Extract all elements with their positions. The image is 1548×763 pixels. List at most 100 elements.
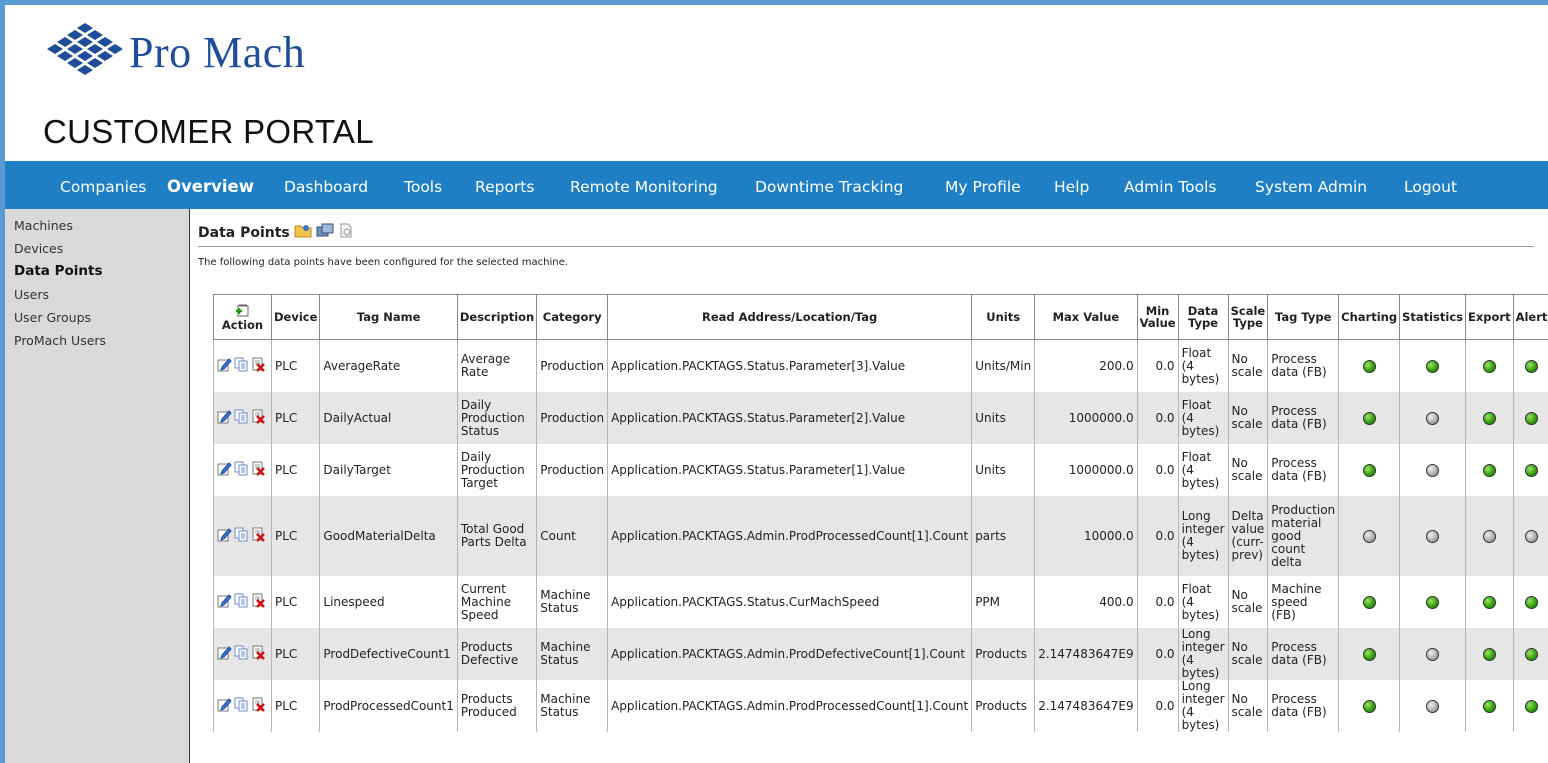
edit-icon[interactable] — [217, 645, 232, 663]
row-actions — [213, 680, 272, 732]
export-status-icon[interactable] — [1482, 699, 1496, 713]
statistics-status-icon[interactable] — [1426, 529, 1440, 543]
cell-scale-type: No scale — [1227, 628, 1269, 680]
sidebar-item-data-points[interactable]: Data Points — [5, 261, 189, 284]
export-status-icon[interactable] — [1482, 463, 1496, 477]
nav-tools[interactable]: Tools — [404, 161, 442, 209]
copy-icon[interactable] — [234, 409, 249, 427]
edit-icon[interactable] — [217, 527, 232, 545]
col-action[interactable]: Action — [213, 294, 272, 340]
export-icon[interactable] — [316, 223, 334, 242]
export-status-icon[interactable] — [1482, 595, 1496, 609]
alert-status-icon[interactable] — [1524, 647, 1538, 661]
edit-icon[interactable] — [217, 461, 232, 479]
statistics-status-icon[interactable] — [1426, 411, 1440, 425]
col-min-value[interactable]: Min Value — [1136, 294, 1179, 340]
col-data-type[interactable]: Data Type — [1177, 294, 1229, 340]
nav-dashboard[interactable]: Dashboard — [284, 161, 368, 209]
nav-remote-monitoring[interactable]: Remote Monitoring — [570, 161, 718, 209]
cell-export — [1465, 339, 1514, 392]
nav-system-admin[interactable]: System Admin — [1255, 161, 1367, 209]
sidebar-item-devices[interactable]: Devices — [5, 238, 189, 261]
row-actions — [213, 576, 272, 628]
charting-status-icon[interactable] — [1362, 359, 1376, 373]
cell-export — [1465, 392, 1514, 444]
delete-icon[interactable] — [251, 461, 266, 479]
alert-status-icon[interactable] — [1524, 699, 1538, 713]
nav-downtime-tracking[interactable]: Downtime Tracking — [755, 161, 903, 209]
export-status-icon[interactable] — [1482, 529, 1496, 543]
export-status-icon[interactable] — [1482, 647, 1496, 661]
charting-status-icon[interactable] — [1362, 463, 1376, 477]
export-status-icon[interactable] — [1482, 359, 1496, 373]
nav-help[interactable]: Help — [1054, 161, 1089, 209]
statistics-status-icon[interactable] — [1426, 463, 1440, 477]
delete-icon[interactable] — [251, 357, 266, 375]
cell-category: Machine Status — [536, 576, 609, 628]
logo[interactable]: Pro Mach — [45, 17, 305, 87]
col-min-value-line2: Value — [1139, 316, 1176, 330]
edit-icon[interactable] — [217, 593, 232, 611]
statistics-status-icon[interactable] — [1426, 647, 1440, 661]
nav-companies[interactable]: Companies — [60, 161, 146, 209]
delete-icon[interactable] — [251, 527, 266, 545]
edit-icon[interactable] — [217, 697, 232, 715]
charting-status-icon[interactable] — [1362, 595, 1376, 609]
alert-status-icon[interactable] — [1524, 595, 1538, 609]
col-description[interactable]: Description — [456, 294, 538, 340]
charting-status-icon[interactable] — [1362, 529, 1376, 543]
cell-alert — [1512, 392, 1548, 444]
nav-admin-tools[interactable]: Admin Tools — [1124, 161, 1217, 209]
col-scale-type[interactable]: Scale Type — [1227, 294, 1269, 340]
sidebar-item-promach-users[interactable]: ProMach Users — [5, 330, 189, 353]
edit-icon[interactable] — [217, 357, 232, 375]
col-units[interactable]: Units — [971, 294, 1036, 340]
copy-icon[interactable] — [234, 357, 249, 375]
table-row: PLC AverageRate Average Rate Production Appl… — [213, 339, 1548, 392]
sidebar-item-user-groups[interactable]: User Groups — [5, 307, 189, 330]
nav-reports[interactable]: Reports — [475, 161, 534, 209]
statistics-status-icon[interactable] — [1426, 595, 1440, 609]
col-device[interactable]: Device — [270, 294, 321, 340]
copy-icon[interactable] — [234, 593, 249, 611]
alert-status-icon[interactable] — [1524, 529, 1538, 543]
copy-icon[interactable] — [234, 645, 249, 663]
copy-icon[interactable] — [234, 697, 249, 715]
delete-icon[interactable] — [251, 593, 266, 611]
delete-icon[interactable] — [251, 645, 266, 663]
col-export[interactable]: Export — [1465, 294, 1514, 340]
alert-status-icon[interactable] — [1524, 411, 1538, 425]
nav-overview[interactable]: Overview — [167, 161, 254, 209]
nav-my-profile[interactable]: My Profile — [945, 161, 1021, 209]
edit-icon[interactable] — [217, 409, 232, 427]
alert-status-icon[interactable] — [1524, 359, 1538, 373]
col-tag-type[interactable]: Tag Type — [1267, 294, 1340, 340]
col-max-value[interactable]: Max Value — [1034, 294, 1138, 340]
col-charting[interactable]: Charting — [1338, 294, 1401, 340]
col-statistics[interactable]: Statistics — [1399, 294, 1466, 340]
charting-status-icon[interactable] — [1362, 647, 1376, 661]
col-address[interactable]: Read Address/Location/Tag — [607, 294, 973, 340]
settings-doc-icon[interactable] — [338, 223, 354, 242]
statistics-status-icon[interactable] — [1426, 699, 1440, 713]
col-alert[interactable]: Alert — [1512, 294, 1548, 340]
delete-icon[interactable] — [251, 697, 266, 715]
charting-status-icon[interactable] — [1362, 411, 1376, 425]
col-tag-name[interactable]: Tag Name — [319, 294, 458, 340]
alert-status-icon[interactable] — [1524, 463, 1538, 477]
add-row-icon[interactable] — [235, 304, 249, 319]
copy-icon[interactable] — [234, 461, 249, 479]
table-row: PLC ProdDefectiveCount1 Products Defective… — [213, 628, 1548, 680]
delete-icon[interactable] — [251, 409, 266, 427]
export-status-icon[interactable] — [1482, 411, 1496, 425]
nav-logout[interactable]: Logout — [1404, 161, 1457, 209]
col-category[interactable]: Category — [536, 294, 609, 340]
sidebar-item-machines[interactable]: Machines — [5, 215, 189, 238]
folder-icon[interactable] — [294, 223, 312, 242]
copy-icon[interactable] — [234, 527, 249, 545]
statistics-status-icon[interactable] — [1426, 359, 1440, 373]
sidebar-item-users[interactable]: Users — [5, 284, 189, 307]
cell-max-value: 200.0 — [1034, 339, 1138, 392]
charting-status-icon[interactable] — [1362, 699, 1376, 713]
table-row: PLC DailyActual Daily Production Status Pro… — [213, 392, 1548, 444]
